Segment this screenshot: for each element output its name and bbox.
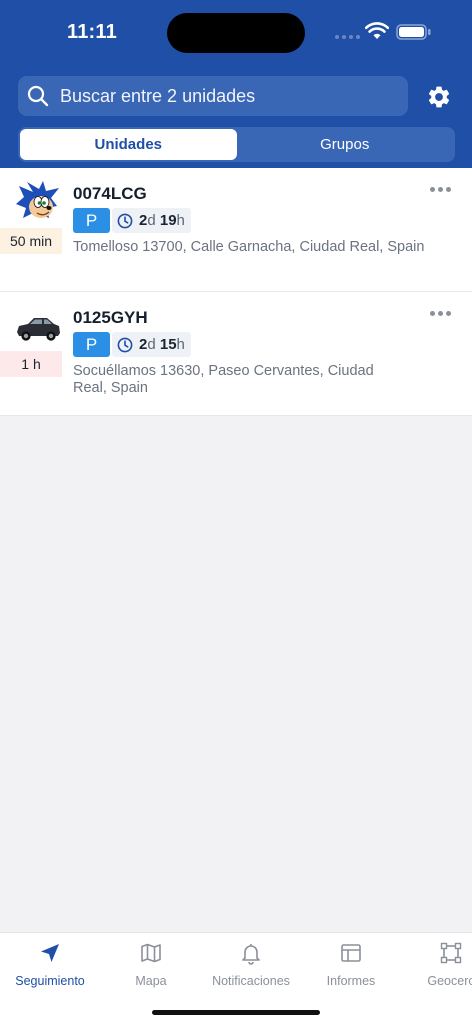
duration-hours-unit: h bbox=[176, 336, 185, 353]
unit-address: Socuéllamos 13630, Paseo Cervantes, Ciud… bbox=[73, 363, 374, 396]
unit-name: 0074LCG bbox=[73, 184, 147, 203]
clock-icon bbox=[117, 213, 133, 228]
parked-status-badge: P bbox=[73, 208, 110, 233]
nav-label: Notificaciones bbox=[212, 974, 290, 988]
duration-days: 2 bbox=[139, 212, 148, 229]
unit-address: Tomelloso 13700, Calle Garnacha, Ciudad … bbox=[73, 239, 425, 255]
cellular-signal-icon bbox=[335, 35, 360, 39]
nav-label: Seguimiento bbox=[15, 974, 85, 988]
parked-duration-badge: 2d 15 h bbox=[112, 332, 191, 357]
nav-label: Geocerc bbox=[427, 974, 472, 988]
segmented-control: Unidades Grupos bbox=[18, 127, 455, 162]
sonic-avatar bbox=[12, 180, 64, 226]
car-avatar bbox=[12, 304, 64, 350]
parked-duration-badge: 2d 19 h bbox=[112, 208, 191, 233]
last-update-badge: 50 min bbox=[0, 228, 62, 254]
nav-notificaciones[interactable]: Notificaciones bbox=[196, 941, 306, 988]
map-icon bbox=[141, 943, 161, 963]
top-header: 11:11 Unidades Grupos bbox=[0, 0, 472, 168]
tab-unidades[interactable]: Unidades bbox=[20, 129, 237, 160]
nav-seguimiento[interactable]: Seguimiento bbox=[0, 941, 105, 988]
nav-informes[interactable]: Informes bbox=[296, 941, 406, 988]
report-table-icon bbox=[341, 944, 361, 962]
duration-days-unit: d bbox=[147, 336, 156, 353]
duration-hours: 15 bbox=[159, 336, 177, 353]
duration-days-unit: d bbox=[147, 212, 156, 229]
search-input[interactable] bbox=[60, 76, 400, 116]
battery-icon bbox=[396, 24, 431, 40]
nav-label: Mapa bbox=[135, 974, 167, 988]
dynamic-island bbox=[167, 13, 305, 53]
tab-grupos[interactable]: Grupos bbox=[237, 129, 454, 160]
duration-days: 2 bbox=[139, 336, 148, 353]
bell-icon bbox=[242, 944, 260, 965]
unit-list: 50 min 0074LCG P 2d 19 h Tomelloso 13700,… bbox=[0, 168, 472, 416]
status-time: 11:11 bbox=[67, 21, 117, 43]
navigation-arrow-icon bbox=[41, 944, 59, 962]
more-options-icon[interactable] bbox=[430, 187, 451, 192]
duration-hours-unit: h bbox=[176, 212, 185, 229]
search-bar[interactable] bbox=[18, 76, 408, 116]
unit-name: 0125GYH bbox=[73, 308, 148, 327]
nav-label: Informes bbox=[326, 974, 376, 988]
duration-hours: 19 bbox=[159, 212, 177, 229]
unit-row[interactable]: 1 h 0125GYH P 2d 15 h Socuéllamos 13630, … bbox=[0, 292, 472, 416]
more-options-icon[interactable] bbox=[430, 311, 451, 316]
nav-mapa[interactable]: Mapa bbox=[96, 941, 206, 988]
home-indicator bbox=[152, 1010, 320, 1015]
search-icon bbox=[27, 85, 49, 107]
parked-status-badge: P bbox=[73, 332, 110, 357]
nav-geocercas[interactable]: Geocerc bbox=[396, 941, 472, 988]
unit-row[interactable]: 50 min 0074LCG P 2d 19 h Tomelloso 13700,… bbox=[0, 168, 472, 292]
gear-icon[interactable] bbox=[426, 84, 452, 110]
geofence-icon bbox=[440, 942, 462, 964]
last-update-badge: 1 h bbox=[0, 351, 62, 377]
clock-icon bbox=[117, 337, 133, 352]
wifi-icon bbox=[365, 22, 389, 39]
